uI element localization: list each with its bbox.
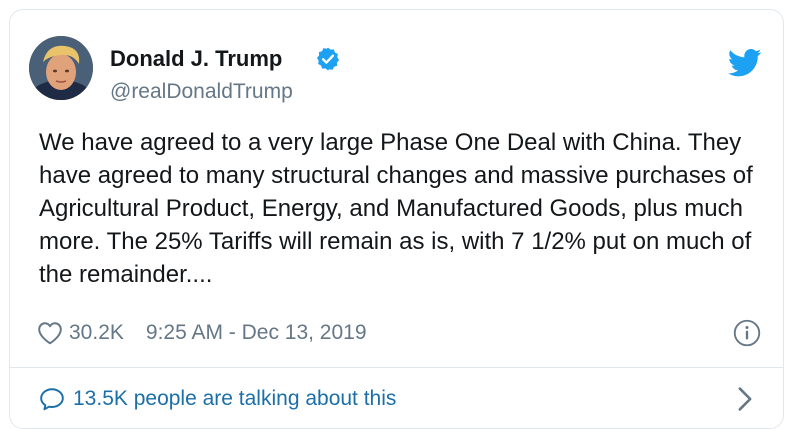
verified-badge-icon: [316, 47, 340, 71]
avatar[interactable]: [29, 36, 93, 100]
like-count[interactable]: 30.2K: [69, 321, 124, 345]
tweet-meta: 30.2K 9:25 AM - Dec 13, 2019: [37, 318, 367, 348]
heart-icon[interactable]: [37, 321, 63, 345]
conversation-link[interactable]: 13.5K people are talking about this: [39, 384, 396, 414]
tweet-text: We have agreed to a very large Phase One…: [39, 129, 753, 288]
chevron-right-icon[interactable]: [737, 386, 753, 412]
twitter-bird-icon[interactable]: [728, 48, 762, 78]
comment-bubble-icon: [40, 388, 64, 411]
talking-count-label[interactable]: 13.5K people are talking about this: [73, 387, 396, 411]
tweet-timestamp[interactable]: 9:25 AM - Dec 13, 2019: [146, 321, 367, 345]
author-name[interactable]: Donald J. Trump: [110, 46, 282, 72]
profile-photo-icon: [29, 36, 93, 100]
info-icon[interactable]: [733, 319, 761, 347]
author-handle[interactable]: @realDonaldTrump: [110, 80, 293, 104]
divider: [9, 367, 784, 368]
